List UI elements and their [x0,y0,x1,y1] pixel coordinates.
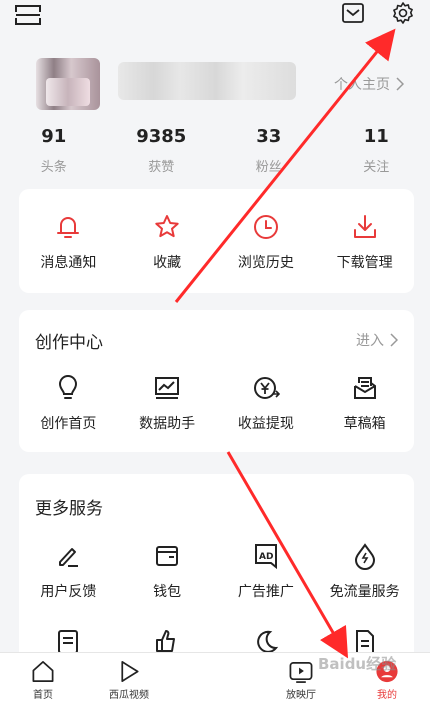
download-icon [351,213,379,241]
creation-home[interactable]: 创作首页 [19,374,118,433]
nav-label: 首页 [33,686,53,701]
drafts-icon [351,374,379,402]
service-label: 免流量服务 [330,581,400,601]
chevron-right-icon [396,77,404,91]
nav-home[interactable]: 首页 [0,653,86,701]
more-services-card: 更多服务 用户反馈 钱包 AD 广告推广 免流量服务 [19,474,414,664]
quick-action-favorites[interactable]: 收藏 [118,213,217,272]
ad-promotion[interactable]: AD 广告推广 [217,542,316,601]
profile-stats: 91 头条 9385 获赞 33 粉丝 11 关注 [0,126,430,170]
avatar[interactable] [36,58,100,110]
drafts[interactable]: 草稿箱 [315,374,414,433]
service-label: 用户反馈 [40,581,96,601]
quick-action-notifications[interactable]: 消息通知 [19,213,118,272]
stat-label: 关注 [323,156,430,175]
quick-action-history[interactable]: 浏览历史 [217,213,316,272]
enter-label: 进入 [356,330,384,350]
stat-likes[interactable]: 9385 获赞 [108,126,216,170]
user-feedback[interactable]: 用户反馈 [19,542,118,601]
earnings-withdraw[interactable]: 收益提现 [217,374,316,433]
bell-icon [54,213,82,241]
nav-label: 西瓜视频 [109,686,149,701]
nav-label: 我的 [377,686,397,701]
quick-action-label: 消息通知 [40,252,96,272]
stat-fans[interactable]: 33 粉丝 [215,126,323,170]
wallet[interactable]: 钱包 [118,542,217,601]
stat-label: 获赞 [108,156,216,175]
section-title: 更多服务 [35,494,103,519]
data-saver-icon [351,542,379,570]
stat-label: 粉丝 [215,156,323,175]
stat-value: 11 [323,126,430,148]
star-icon [153,213,181,241]
quick-action-label: 下载管理 [337,252,393,272]
pencil-icon [54,542,82,570]
chart-icon [153,374,181,402]
data-assistant[interactable]: 数据助手 [118,374,217,433]
stat-following[interactable]: 11 关注 [323,126,430,170]
creation-item-label: 创作首页 [40,413,96,433]
watermark: Baidu经验 [318,653,396,674]
svg-text:AD: AD [259,552,273,562]
personal-homepage-link[interactable]: 个人主页 [334,74,404,94]
creation-item-label: 草稿箱 [344,413,386,433]
quick-actions-card: 消息通知 收藏 浏览历史 下载管理 [19,189,414,293]
nav-xigua-video[interactable]: 西瓜视频 [86,653,172,701]
nav-label: 放映厅 [286,686,316,701]
clock-icon [252,213,280,241]
stat-value: 91 [0,126,108,148]
gear-icon[interactable] [391,1,415,25]
play-icon [116,659,142,684]
lightbulb-icon [54,374,82,402]
ad-icon: AD [252,542,280,570]
stat-label: 头条 [0,156,108,175]
section-title: 创作中心 [35,328,103,353]
chevron-right-icon [390,333,398,347]
creation-center-card: 创作中心 进入 创作首页 数据助手 收益提现 草稿箱 [19,310,414,452]
data-saver-service[interactable]: 免流量服务 [315,542,414,601]
quick-action-label: 收藏 [153,252,181,272]
mail-icon[interactable] [342,3,364,23]
service-label: 广告推广 [238,581,294,601]
username-blurred [118,62,296,100]
creation-item-label: 数据助手 [139,413,195,433]
nav-publish[interactable] [172,653,258,701]
enter-link[interactable]: 进入 [356,330,398,350]
homepage-link-label: 个人主页 [334,74,390,94]
scan-icon[interactable] [14,4,42,26]
creation-item-label: 收益提现 [238,413,294,433]
yen-icon [252,374,280,402]
quick-action-label: 浏览历史 [238,252,294,272]
stat-value: 9385 [108,126,216,148]
service-label: 钱包 [153,581,181,601]
stat-value: 33 [215,126,323,148]
wallet-icon [153,542,181,570]
tv-icon [288,659,314,684]
home-icon [30,659,56,684]
stat-headlines[interactable]: 91 头条 [0,126,108,170]
quick-action-downloads[interactable]: 下载管理 [315,213,414,272]
